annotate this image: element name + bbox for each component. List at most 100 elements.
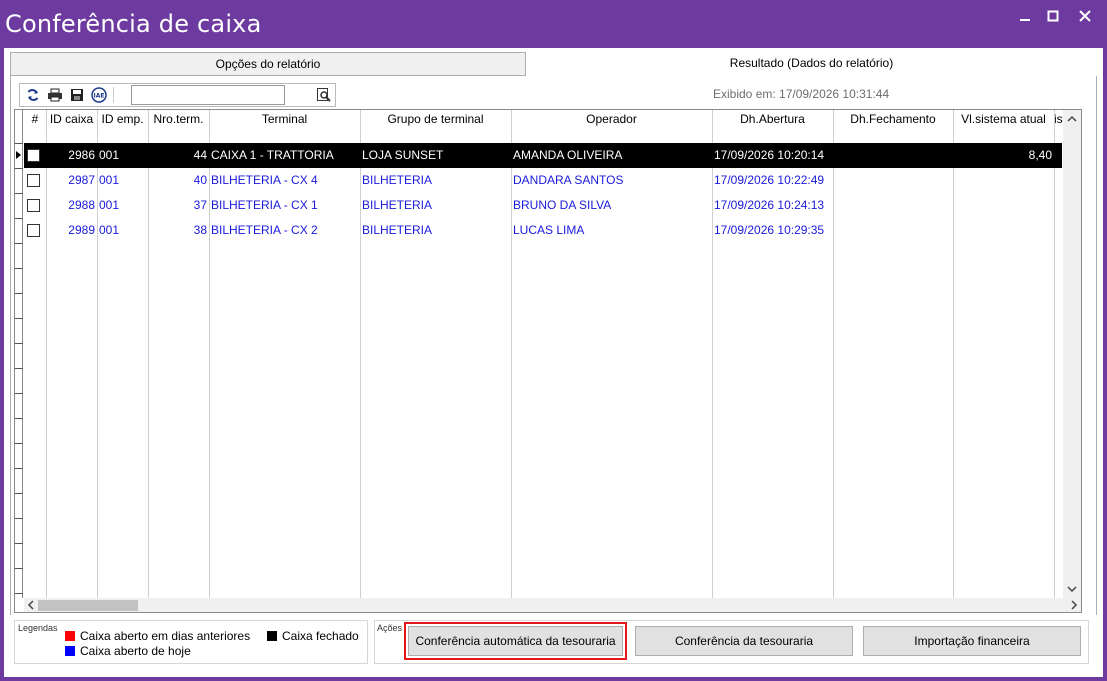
scroll-down-icon[interactable] (1065, 582, 1079, 596)
minimize-button[interactable] (1012, 6, 1038, 26)
cell-abertura: 17/09/2026 10:22:49 (714, 173, 825, 187)
actions-box: Ações Conferência automática da tesourar… (374, 620, 1089, 664)
horizontal-scrollbar[interactable] (24, 598, 1081, 612)
cell-id-caixa: 2989 (68, 223, 95, 237)
cell-id-emp: 001 (99, 148, 120, 162)
tab-resultado[interactable]: Resultado (Dados do relatório) (526, 50, 1097, 76)
scroll-up-icon[interactable] (1065, 112, 1079, 126)
table-row[interactable]: 2989 001 38 BILHETERIA - CX 2 BILHETERIA… (24, 218, 1062, 243)
legend-item-fechado: Caixa fechado (267, 629, 359, 643)
legend-item-aberto-hoje: Caixa aberto de hoje (65, 644, 191, 658)
col-header-id-emp[interactable]: ID emp. (97, 110, 148, 142)
cell-operador: LUCAS LIMA (513, 223, 585, 237)
close-button[interactable] (1072, 6, 1098, 26)
search-button[interactable] (314, 86, 334, 104)
maximize-button[interactable] (1040, 6, 1066, 26)
col-header-terminal[interactable]: Terminal (209, 110, 360, 142)
cell-terminal: BILHETERIA - CX 4 (211, 173, 318, 187)
gutter-tick (15, 168, 23, 169)
scroll-right-icon[interactable] (1067, 598, 1081, 612)
cell-id-caixa: 2988 (68, 198, 95, 212)
gutter-tick (15, 443, 23, 444)
print-button[interactable] (45, 86, 65, 104)
gutter-tick (15, 268, 23, 269)
cell-terminal: CAIXA 1 - TRATTORIA (211, 148, 334, 162)
cell-terminal: BILHETERIA - CX 1 (211, 198, 318, 212)
col-header-hash[interactable]: # (24, 110, 46, 142)
gutter-tick (15, 293, 23, 294)
cell-abertura: 17/09/2026 10:24:13 (714, 198, 825, 212)
cell-abertura: 17/09/2026 10:29:35 (714, 223, 825, 237)
print-icon (48, 88, 62, 102)
col-header-nro-term[interactable]: Nro.term. (148, 110, 209, 142)
cell-id-caixa: 2986 (68, 148, 95, 162)
grid-toolbar: IAE (19, 83, 336, 107)
row-checkbox[interactable] (27, 224, 40, 237)
scroll-left-icon[interactable] (24, 598, 38, 612)
gutter-tick (15, 318, 23, 319)
window-title: Conferência de caixa (5, 10, 262, 38)
blue-swatch-icon (65, 646, 75, 656)
col-header-dh-abertura[interactable]: Dh.Abertura (712, 110, 833, 142)
caixa-grid: # ID caixa ID emp. Nro.term. Terminal Gr… (14, 109, 1082, 613)
col-header-id-caixa[interactable]: ID caixa (46, 110, 97, 142)
cell-grupo: LOJA SUNSET (362, 148, 444, 162)
gutter-tick (15, 143, 23, 144)
vertical-scrollbar[interactable] (1063, 110, 1081, 598)
table-row[interactable]: 2987 001 40 BILHETERIA - CX 4 BILHETERIA… (24, 168, 1062, 193)
conferencia-tesouraria-button[interactable]: Conferência da tesouraria (635, 626, 853, 656)
gutter-tick (15, 193, 23, 194)
gutter-tick (15, 393, 23, 394)
cell-grupo: BILHETERIA (362, 173, 433, 187)
toolbar-separator (113, 87, 114, 103)
title-bar: Conferência de caixa (0, 0, 1107, 48)
horizontal-scroll-thumb[interactable] (38, 600, 138, 611)
gutter-tick (15, 493, 23, 494)
result-panel: IAE Exibido em: 17/09/2026 10:31:44 # ID… (10, 76, 1097, 615)
maximize-icon (1047, 10, 1059, 22)
col-header-dh-fechamento[interactable]: Dh.Fechamento (833, 110, 953, 142)
cell-id-caixa: 2987 (68, 173, 95, 187)
grid-search-input[interactable] (131, 85, 285, 105)
actions-caption: Ações (377, 623, 403, 633)
cell-id-emp: 001 (99, 198, 120, 212)
search-zoom-icon (317, 88, 331, 102)
col-header-operador[interactable]: Operador (511, 110, 712, 142)
tab-strip: Opções do relatório Resultado (Dados do … (10, 50, 1097, 76)
table-row[interactable]: 2986 001 44 CAIXA 1 - TRATTORIA LOJA SUN… (16, 143, 1062, 168)
minimize-icon (1020, 19, 1030, 21)
gutter-tick (15, 568, 23, 569)
conferencia-automatica-button[interactable]: Conferência automática da tesouraria (404, 622, 627, 660)
cell-grupo: BILHETERIA (362, 223, 433, 237)
col-header-truncated[interactable]: iste (1054, 110, 1063, 142)
gutter-tick (15, 468, 23, 469)
save-icon (71, 89, 83, 101)
legend-label: Caixa fechado (282, 629, 359, 643)
gutter-tick (15, 593, 23, 594)
window-client: Opções do relatório Resultado (Dados do … (4, 48, 1103, 677)
cell-nro-term: 40 (193, 173, 207, 187)
legend-label: Caixa aberto de hoje (80, 644, 191, 658)
row-checkbox[interactable] (27, 199, 40, 212)
current-row-pointer-icon (16, 151, 21, 159)
save-button[interactable] (67, 86, 87, 104)
table-row[interactable]: 2988 001 37 BILHETERIA - CX 1 BILHETERIA… (24, 193, 1062, 218)
iae-button[interactable]: IAE (89, 86, 109, 104)
cell-operador: DANDARA SANTOS (513, 173, 624, 187)
importacao-financeira-button[interactable]: Importação financeira (863, 626, 1081, 656)
refresh-button[interactable] (23, 86, 43, 104)
legend-label: Caixa aberto em dias anteriores (80, 629, 251, 643)
svg-text:IAE: IAE (94, 93, 105, 100)
cell-abertura: 17/09/2026 10:20:14 (714, 148, 825, 162)
gutter-tick (15, 518, 23, 519)
tab-opcoes-relatorio[interactable]: Opções do relatório (10, 52, 526, 76)
col-header-vl-sistema[interactable]: Vl.sistema atual (953, 110, 1054, 142)
refresh-icon (27, 89, 39, 101)
row-checkbox[interactable] (27, 149, 40, 162)
legend-caption: Legendas (18, 623, 58, 633)
red-swatch-icon (65, 631, 75, 641)
row-checkbox[interactable] (27, 174, 40, 187)
iae-icon: IAE (91, 87, 107, 103)
col-header-grupo-terminal[interactable]: Grupo de terminal (360, 110, 511, 142)
gutter-tick (15, 543, 23, 544)
